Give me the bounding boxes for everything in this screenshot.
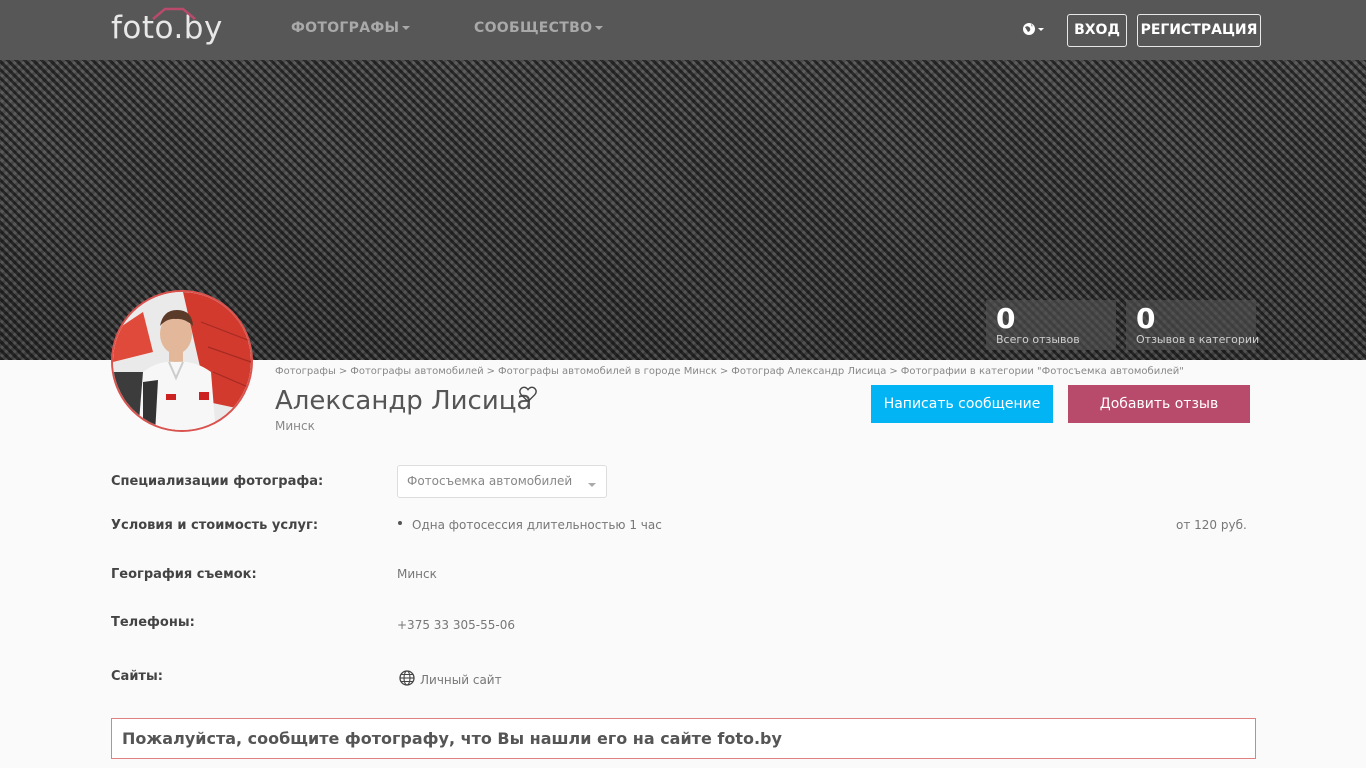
stat-value: 0 — [1136, 302, 1156, 335]
login-button[interactable]: ВХОД — [1067, 14, 1127, 47]
stat-label: Отзывов в категории — [1136, 333, 1260, 346]
personal-site-link[interactable]: Личный сайт — [420, 673, 502, 687]
profile-city: Минск — [275, 419, 315, 433]
add-review-button[interactable]: Добавить отзыв — [1068, 385, 1250, 423]
breadcrumb-separator: > — [889, 366, 898, 377]
specializations-label: Специализации фотографа: — [111, 474, 324, 489]
breadcrumb-separator: > — [338, 366, 348, 377]
globe-icon — [1023, 23, 1044, 35]
nav-photographers[interactable]: ФОТОГРАФЫ — [291, 20, 411, 36]
specialization-selected-value: Фотосъемка автомобилей — [407, 474, 573, 488]
bullet-icon — [398, 521, 402, 525]
stat-label: Всего отзывов — [996, 333, 1080, 346]
breadcrumb-item[interactable]: Фотографии в категории "Фотосъемка автом… — [901, 366, 1184, 377]
notice-banner: Пожалуйста, сообщите фотографу, что Вы н… — [111, 718, 1256, 759]
site-logo[interactable]: foto.by — [111, 7, 223, 48]
breadcrumb-item[interactable]: Фотографы автомобилей — [350, 366, 483, 377]
conditions-label: Условия и стоимость услуг: — [111, 518, 319, 533]
nav-community-label: СООБЩЕСТВО — [474, 20, 593, 36]
condition-price: от 120 руб. — [1176, 518, 1247, 532]
logo-roof-icon — [152, 7, 196, 20]
chevron-down-icon — [588, 483, 596, 487]
phones-label: Телефоны: — [111, 615, 195, 630]
nav-community[interactable]: СООБЩЕСТВО — [474, 20, 604, 36]
caret-down-icon — [595, 26, 604, 30]
write-message-button[interactable]: Написать сообщение — [871, 385, 1053, 423]
nav-photographers-label: ФОТОГРАФЫ — [291, 20, 400, 36]
register-button[interactable]: РЕГИСТРАЦИЯ — [1137, 14, 1261, 47]
geography-label: География съемок: — [111, 567, 257, 582]
avatar-photo — [113, 292, 251, 430]
geography-value: Минск — [397, 567, 437, 581]
condition-item: Одна фотосессия длительностью 1 час — [412, 518, 662, 532]
avatar — [111, 290, 253, 432]
stat-category-reviews: 0 Отзывов в категории — [1126, 300, 1260, 350]
language-selector[interactable] — [1022, 20, 1048, 38]
breadcrumb-item[interactable]: Фотографы автомобилей в городе Минск — [498, 366, 717, 377]
breadcrumb-item[interactable]: Фотографы — [275, 366, 336, 377]
top-navbar: foto.by ФОТОГРАФЫ СООБЩЕСТВО ВХОД РЕГИСТ… — [0, 0, 1366, 60]
phone-value: +375 33 305-55-06 — [397, 618, 515, 632]
breadcrumb-item[interactable]: Фотограф Александр Лисица — [731, 366, 886, 377]
specialization-select[interactable]: Фотосъемка автомобилей — [397, 465, 607, 498]
profile-name: Александр Лисица — [275, 386, 533, 416]
breadcrumb-separator: > — [719, 366, 729, 377]
caret-down-icon — [402, 26, 411, 30]
web-icon — [399, 670, 415, 686]
stat-value: 0 — [996, 302, 1016, 335]
heart-icon[interactable] — [519, 386, 537, 403]
sites-label: Сайты: — [111, 669, 163, 684]
breadcrumb-separator: > — [486, 366, 495, 377]
breadcrumb: Фотографы > Фотографы автомобилей > Фотограф… — [275, 366, 1184, 377]
stat-total-reviews: 0 Всего отзывов — [986, 300, 1116, 350]
